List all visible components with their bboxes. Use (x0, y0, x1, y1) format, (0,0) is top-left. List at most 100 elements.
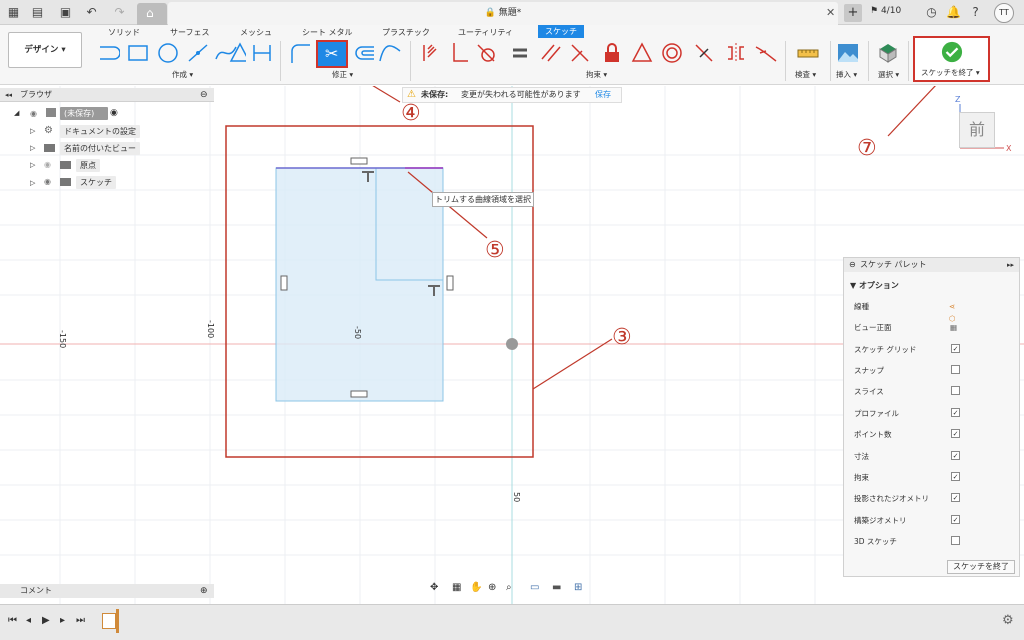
timeline-next-icon[interactable]: ▸ (60, 615, 65, 626)
bell-icon[interactable]: 🔔 (946, 5, 961, 20)
browser-item-origin[interactable]: 原点 (76, 159, 100, 172)
viewports-icon[interactable]: ⊞ (574, 582, 582, 593)
timeline-settings-icon[interactable]: ⚙ (1002, 613, 1014, 628)
document-tab[interactable]: 🔒 無題* (168, 2, 838, 25)
select-group-label[interactable]: 選択 ▾ (878, 69, 899, 80)
timeline-first-icon[interactable]: ⏮ (8, 615, 17, 626)
browser-item-named-views[interactable]: 名前の付いたビュー (60, 142, 140, 155)
app-grid-icon[interactable]: ▦ (6, 5, 21, 20)
palette-expand-icon[interactable]: ▸▸ (1007, 258, 1014, 272)
timeline-prev-icon[interactable]: ◂ (26, 615, 31, 626)
checkbox-grid[interactable]: ✓ (951, 344, 960, 353)
finish-sketch-button[interactable]: スケッチを終了 ▾ (913, 36, 990, 82)
equal-icon[interactable] (508, 41, 532, 65)
file-icon[interactable]: ▤ (30, 5, 45, 20)
browser-item-sketch[interactable]: スケッチ (76, 176, 116, 189)
concentric-icon[interactable] (660, 41, 684, 65)
save-link[interactable]: 保存 (595, 88, 611, 102)
browser-item-settings[interactable]: ドキュメントの設定 (60, 125, 140, 138)
fillet-icon[interactable] (288, 41, 312, 65)
grid-settings-icon[interactable]: ▬ (552, 582, 561, 593)
eye-icon[interactable]: ◉ (30, 109, 37, 118)
insert-image-icon[interactable] (836, 41, 860, 65)
coincident-icon[interactable] (418, 41, 442, 65)
expand-arrow-icon[interactable]: ▷ (30, 144, 35, 152)
workspace-dropdown[interactable]: デザイン ▾ (8, 32, 82, 68)
palette-minimize-icon[interactable]: ⊖ (849, 258, 856, 272)
viewcube[interactable]: 前 (959, 112, 995, 148)
symmetry-icon[interactable] (724, 41, 748, 65)
palette-finish-sketch-button[interactable]: スケッチを終了 (947, 560, 1015, 574)
measure-icon[interactable] (796, 41, 820, 65)
checkbox-construction[interactable]: ✓ (951, 515, 960, 524)
clock-icon[interactable]: ◷ (924, 5, 939, 20)
job-status[interactable]: ⚑ 4/10 (870, 6, 901, 16)
create-group-label[interactable]: 作成 ▾ (172, 69, 193, 80)
browser-header[interactable]: ◂◂ ブラウザ ⊖ (0, 88, 214, 102)
dimension-icon[interactable] (250, 41, 274, 65)
line-icon[interactable] (96, 41, 120, 65)
parallel-icon[interactable] (538, 41, 562, 65)
tab-sketch[interactable]: スケッチ (538, 25, 584, 38)
orbit-icon[interactable]: ✥ (430, 582, 438, 593)
tab-surface[interactable]: サーフェス (170, 27, 210, 38)
constraint-group-label[interactable]: 拘束 ▾ (586, 69, 607, 80)
close-tab-icon[interactable]: ✕ (826, 6, 835, 19)
timeline-sketch-feature-icon[interactable] (102, 613, 116, 629)
zoom-window-icon[interactable]: ⌕ (506, 582, 512, 593)
avatar[interactable]: TT (994, 3, 1014, 23)
tab-sheet-metal[interactable]: シート メタル (302, 27, 353, 38)
rectangle-icon[interactable] (126, 41, 150, 65)
home-tab[interactable]: ⌂ (137, 3, 167, 25)
expand-arrow-icon[interactable]: ◢ (14, 109, 19, 117)
extend-icon[interactable] (378, 41, 402, 65)
eye-icon[interactable]: ◉ (44, 177, 51, 186)
pan-icon[interactable]: ✋ (470, 582, 482, 593)
palette-header[interactable]: ⊖ スケッチ パレット ▸▸ (844, 258, 1019, 272)
new-tab-button[interactable]: + (844, 4, 862, 22)
browser-root[interactable]: (未保存) (60, 107, 108, 120)
arc-icon[interactable] (186, 41, 210, 65)
expand-arrow-icon[interactable]: ▷ (30, 179, 35, 187)
look-at-nav-icon[interactable]: ▦ (452, 582, 461, 593)
timeline-marker[interactable] (116, 609, 119, 633)
radio-icon[interactable]: ◉ (110, 108, 118, 118)
circle-icon[interactable] (156, 41, 180, 65)
eye-hidden-icon[interactable]: ◉ (44, 160, 51, 169)
curvature-icon[interactable] (754, 41, 778, 65)
checkbox-snap[interactable] (951, 365, 960, 374)
offset-icon[interactable] (352, 41, 376, 65)
redo-icon[interactable]: ↷ (112, 5, 127, 20)
insert-group-label[interactable]: 挿入 ▾ (836, 69, 857, 80)
minimize-icon[interactable]: ⊖ (200, 88, 208, 102)
tab-utility[interactable]: ユーティリティ (458, 27, 513, 38)
inspect-group-label[interactable]: 検査 ▾ (795, 69, 816, 80)
checkbox-projected[interactable]: ✓ (951, 493, 960, 502)
comment-header[interactable]: コメント ⊕ (0, 584, 214, 598)
checkbox-slice[interactable] (951, 386, 960, 395)
triangle-icon[interactable] (222, 41, 246, 65)
look-at-icon[interactable]: ▦ (950, 322, 957, 334)
perpendicular-icon[interactable] (446, 41, 470, 65)
timeline-play-icon[interactable]: ▶ (42, 615, 50, 626)
collinear-icon[interactable] (568, 41, 592, 65)
palette-section[interactable]: ▼ オプション (850, 280, 899, 291)
midpoint-icon[interactable] (692, 41, 716, 65)
tab-solid[interactable]: ソリッド (108, 27, 140, 38)
checkbox-points[interactable]: ✓ (951, 429, 960, 438)
checkbox-3d-sketch[interactable] (951, 536, 960, 545)
collapse-icon[interactable]: ◂◂ (5, 88, 12, 102)
modify-group-label[interactable]: 修正 ▾ (332, 69, 353, 80)
checkbox-dimensions[interactable]: ✓ (951, 451, 960, 460)
help-icon[interactable]: ? (968, 5, 983, 20)
timeline-last-icon[interactable]: ⏭ (76, 615, 85, 626)
save-icon[interactable]: ▣ (58, 5, 73, 20)
triangle-constraint-icon[interactable] (630, 41, 654, 65)
lock-constraint-icon[interactable] (600, 41, 624, 65)
expand-arrow-icon[interactable]: ▷ (30, 161, 35, 169)
checkbox-profile[interactable]: ✓ (951, 408, 960, 417)
select-icon[interactable] (876, 41, 900, 65)
display-settings-icon[interactable]: ▭ (530, 582, 539, 593)
checkbox-constraints[interactable]: ✓ (951, 472, 960, 481)
add-comment-icon[interactable]: ⊕ (200, 584, 208, 598)
